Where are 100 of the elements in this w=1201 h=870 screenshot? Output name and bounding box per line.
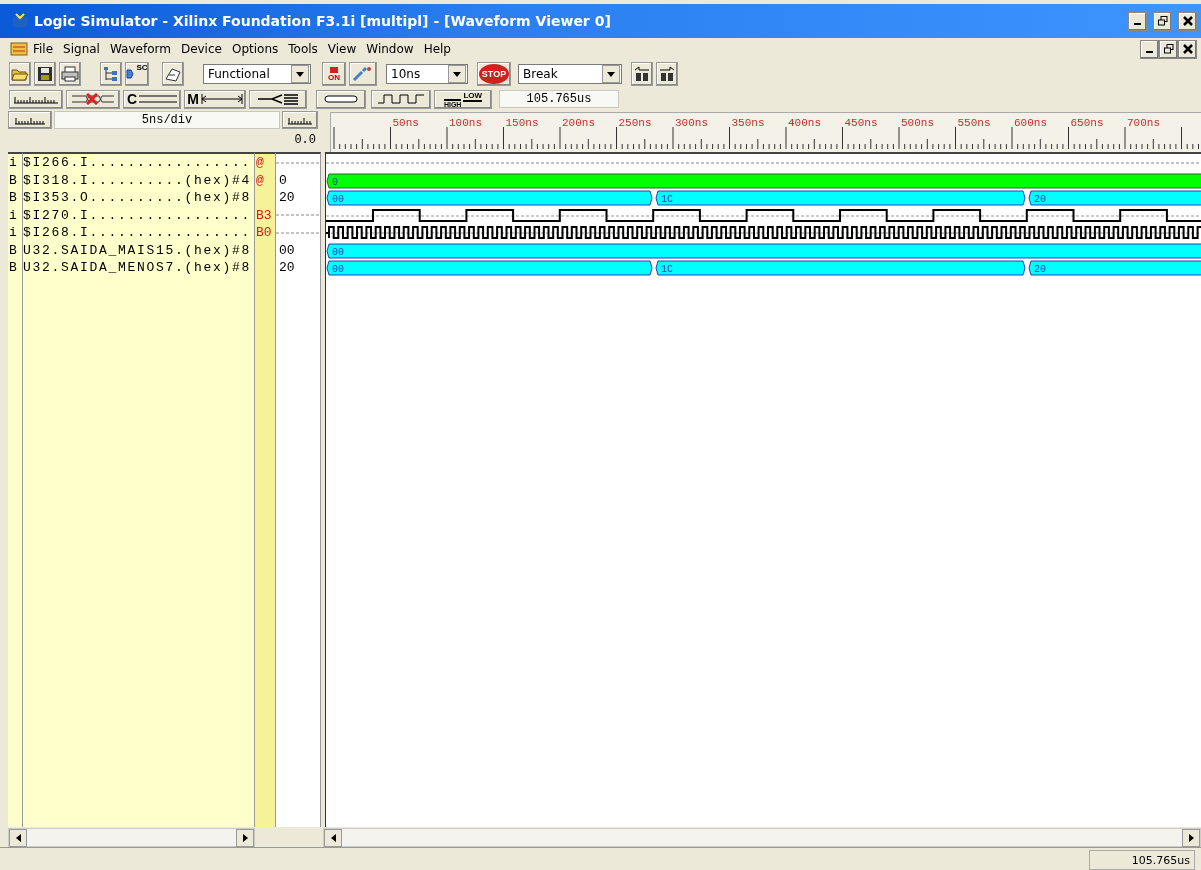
zoom-in-button[interactable] [282, 111, 318, 129]
signal-name[interactable]: $I353.O..........(hex)#8 [23, 190, 252, 206]
binoculars-right-icon [659, 66, 675, 82]
time-label: 350ns [731, 117, 765, 129]
signal-type: i [8, 155, 17, 171]
step-dropdown[interactable]: 10ns [386, 64, 468, 84]
time-label: 150ns [505, 117, 539, 129]
dropdown-arrow-icon [607, 71, 615, 77]
break-dropdown[interactable]: Break [518, 64, 622, 84]
time-offset: 0.0 [294, 133, 316, 147]
chip-button[interactable] [316, 89, 366, 109]
find-previous-button[interactable] [631, 62, 653, 86]
time-label: 550ns [957, 117, 991, 129]
restore-icon [1163, 44, 1174, 54]
combine-bus-button[interactable]: C [123, 89, 181, 109]
dropdown-arrow-icon [453, 71, 461, 77]
time-label: 200ns [562, 117, 595, 129]
minimize-button[interactable] [1140, 39, 1159, 59]
crossed-bus-icon [71, 93, 115, 105]
unknown-value-line [276, 160, 319, 165]
app-icon [12, 13, 28, 29]
switch-icon [329, 66, 339, 73]
time-label: 50ns [392, 117, 419, 129]
restore-button[interactable] [1153, 11, 1172, 31]
time-label: 650ns [1070, 117, 1104, 129]
menu-item[interactable]: Signal [58, 42, 105, 56]
close-icon [1182, 16, 1193, 26]
restore-icon [1157, 16, 1168, 26]
menu-item[interactable]: File [28, 42, 59, 56]
chip-icon [323, 94, 359, 104]
bus-value: 20 [1034, 264, 1046, 275]
ruler-icon [288, 115, 312, 125]
zoom-out-button[interactable] [8, 111, 52, 129]
menu-item[interactable]: Options [226, 42, 284, 56]
signal-name[interactable]: $I266.I................. [23, 155, 252, 171]
bus-value: 1C [661, 264, 673, 275]
measure-button[interactable]: M [184, 89, 246, 109]
measure-arrow-icon [200, 93, 243, 105]
cursor-time-field[interactable]: 105.765us [499, 90, 619, 108]
signal-type: B [8, 260, 17, 276]
component-icon [126, 68, 135, 80]
stop-button[interactable]: STOP [477, 62, 511, 86]
bus-value: 00 [332, 264, 344, 275]
menu-item[interactable]: Help [418, 42, 456, 56]
signal-marker: @ [255, 155, 264, 171]
scroll-left-icon [330, 833, 336, 842]
bus-value: 20 [1034, 194, 1046, 205]
signal-value: 20 [278, 260, 295, 276]
scroll-right-icon [1188, 833, 1194, 842]
hierarchy-button[interactable] [100, 62, 122, 86]
signal-type: B [8, 172, 17, 188]
probe-button[interactable] [349, 62, 377, 86]
signal-name[interactable]: U32.SAIDA_MENOS7.(hex)#8 [23, 260, 252, 276]
delete-bus-button[interactable] [66, 89, 120, 109]
time-label: 400ns [788, 117, 821, 129]
save-icon [37, 66, 53, 82]
restore-button[interactable] [1159, 39, 1178, 59]
signal-type: B [8, 190, 17, 206]
close-button[interactable] [1178, 11, 1197, 31]
unknown-value-line [276, 213, 319, 218]
signal-name[interactable]: $I270.I................. [23, 207, 252, 223]
on-button[interactable]: ON [322, 62, 346, 86]
window-title: Logic Simulator - Xilinx Foundation F3.1i [multipl] - [Waveform Viewer 0] [34, 13, 612, 29]
ruler-icon [15, 115, 45, 125]
component-button[interactable]: SC [125, 62, 149, 86]
menu-item[interactable]: Waveform [104, 42, 176, 56]
dropdown-arrow-icon [296, 71, 304, 77]
minimize-button[interactable] [1128, 11, 1147, 31]
signal-name[interactable]: $I318.I..........(hex)#4 [23, 172, 252, 188]
signal-name[interactable]: $I268.I................. [23, 225, 252, 241]
mode-dropdown[interactable]: Functional [203, 64, 311, 84]
ruler-button[interactable] [9, 89, 63, 109]
expand-bus-button[interactable] [249, 89, 307, 109]
printer-icon [61, 66, 79, 82]
signal-name[interactable]: U32.SAIDA_MAIS15.(hex)#8 [23, 242, 252, 258]
time-label: 250ns [618, 117, 652, 129]
bus-value: 00 [332, 194, 344, 205]
time-label: 500ns [901, 117, 934, 129]
hierarchy-icon [103, 66, 119, 82]
scale-field[interactable]: 5ns/div [54, 111, 280, 129]
scroll-left-icon [15, 833, 21, 842]
menu-item[interactable]: Device [175, 42, 227, 56]
close-button[interactable] [1178, 39, 1197, 59]
time-label: 600ns [1014, 117, 1047, 129]
menu-item[interactable]: Tools [283, 42, 323, 56]
pulse-icon [377, 93, 425, 105]
time-label: 100ns [449, 117, 482, 129]
find-next-button[interactable] [656, 62, 678, 86]
signal-value: 0 [278, 172, 287, 188]
select-button[interactable] [162, 62, 184, 86]
signal-marker: B3 [255, 207, 272, 223]
menu-item[interactable]: View [322, 42, 362, 56]
horizontal-scrollbar[interactable] [323, 827, 1201, 847]
horizontal-scrollbar[interactable] [8, 827, 255, 847]
close-icon [1182, 44, 1193, 54]
print-button[interactable] [59, 62, 81, 86]
open-button[interactable] [9, 62, 31, 86]
menu-item[interactable]: Window [361, 42, 419, 56]
save-button[interactable] [34, 62, 56, 86]
waveform-button[interactable] [371, 89, 431, 109]
